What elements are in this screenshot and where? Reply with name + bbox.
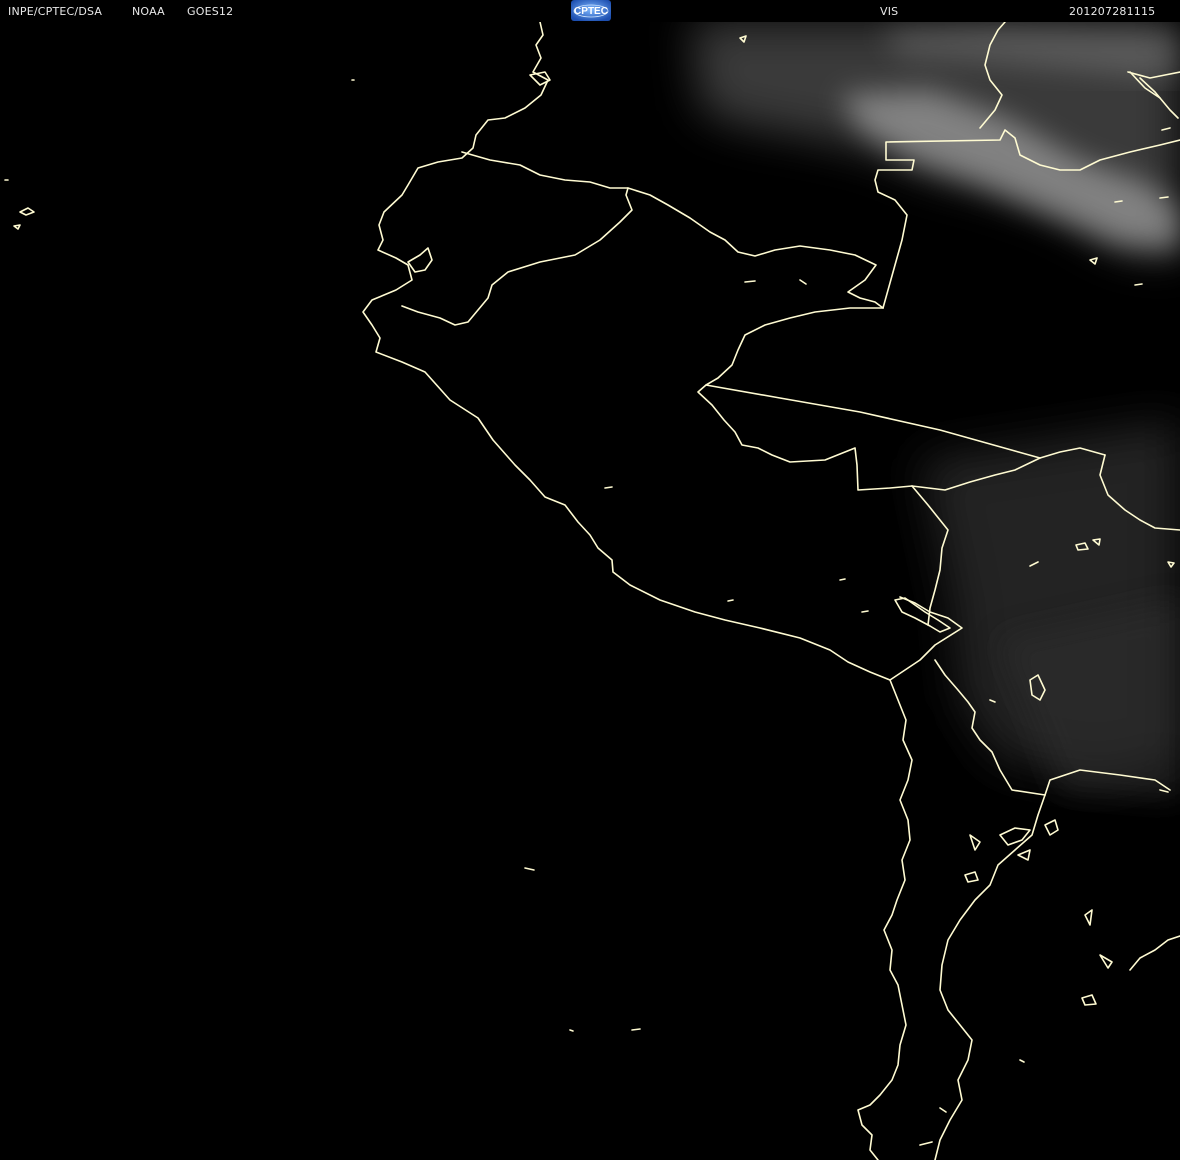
chile-lake-2 (939, 1107, 947, 1113)
chile-lake-1 (1019, 1059, 1025, 1063)
timestamp-label: 201207281115 (1069, 5, 1156, 18)
salt-flats-3 (964, 871, 979, 883)
logo-text: CPTEC (574, 6, 608, 17)
lake-small-c (727, 599, 734, 602)
pacific-island-2 (569, 1029, 574, 1032)
guayaquil-islands (407, 247, 433, 273)
amazon-lake-12 (1134, 283, 1143, 286)
lake-east-2 (1099, 954, 1113, 969)
colombia-ecuador-border (461, 151, 884, 309)
river-plate-coast (1129, 935, 1180, 971)
lake-titicaca (894, 597, 951, 633)
cptec-logo-icon: CPTEC (571, 0, 611, 21)
peru-brazil-border (697, 307, 913, 491)
source-label: INPE/CPTEC/DSA (8, 5, 103, 18)
cloud-layer (690, 20, 1180, 800)
argentina-chile-border (934, 794, 1046, 1160)
pacific-island-1 (631, 1028, 641, 1031)
amazon-lake-10 (1159, 196, 1169, 199)
salt-flats-5 (1017, 849, 1031, 861)
salt-flats-4 (1044, 819, 1059, 836)
ecuador-peru-border (401, 187, 633, 326)
pacific-island-3 (524, 867, 535, 871)
lake-small-a (839, 578, 846, 581)
amazon-lake-2 (799, 279, 807, 285)
lake-east-3 (1081, 994, 1097, 1006)
amazon-lake-8 (1089, 257, 1098, 265)
amazon-lake-1 (744, 280, 756, 283)
salt-flats-2 (969, 834, 981, 851)
satellite-label: GOES12 (187, 5, 234, 18)
channel-label: VIS (880, 5, 899, 18)
salt-flats-1 (999, 827, 1031, 846)
agency-label: NOAA (132, 5, 165, 18)
amazon-lake-3 (604, 486, 613, 489)
chile-coastline (857, 679, 913, 1160)
lake-small-b (861, 610, 869, 613)
lake-east-1 (1084, 909, 1093, 926)
chile-lake-3 (919, 1141, 933, 1146)
amazon-lake-9 (1114, 200, 1123, 203)
satellite-map (4, 20, 1180, 1160)
galapagos-2 (13, 224, 21, 230)
galapagos-1 (19, 207, 35, 216)
